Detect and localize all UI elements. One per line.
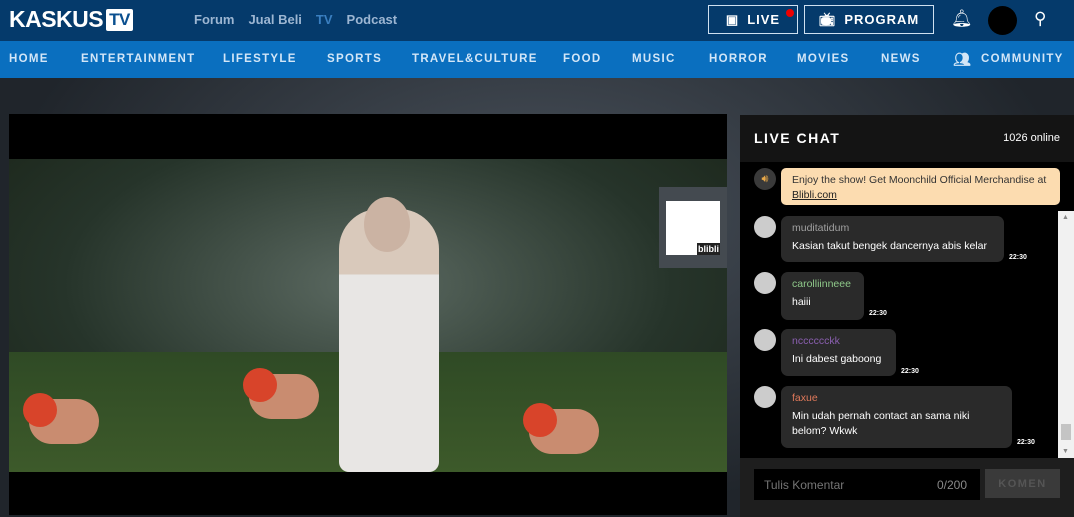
cat-entertainment[interactable]: ENTERTAINMENT (81, 53, 195, 65)
logo-tv-badge: TV (106, 8, 133, 31)
category-bar: HOME ENTERTAINMENT LIFESTYLE SPORTS TRAV… (0, 41, 1074, 78)
chat-header: LIVE CHAT 1026 online (740, 115, 1074, 162)
speaker-icon: 🔊︎ (754, 168, 776, 190)
message-time: 22:30 (1017, 439, 1035, 446)
tv-icon: 📺︎ (818, 11, 837, 27)
cat-community[interactable]: COMMUNITY (981, 53, 1064, 65)
cat-sports[interactable]: SPORTS (327, 53, 382, 65)
chat-title: LIVE CHAT (754, 130, 841, 146)
program-label: PROGRAM (844, 12, 920, 27)
message-bubble: muditatidum Kasian takut bengek dancernya… (781, 216, 1004, 262)
user-avatar[interactable] (754, 329, 776, 351)
video-dancer (523, 403, 599, 454)
nav-tv[interactable]: TV (316, 12, 333, 27)
kaskus-tv-logo[interactable]: KASKUS TV (9, 6, 133, 33)
message-time: 22:30 (1009, 254, 1027, 261)
cat-music[interactable]: MUSIC (632, 53, 676, 65)
message-bubble: carolliinneee haiii (781, 272, 864, 320)
cat-food[interactable]: FOOD (563, 53, 601, 65)
cat-news[interactable]: NEWS (881, 53, 921, 65)
user-avatar[interactable] (754, 272, 776, 294)
message-text: Kasian takut bengek dancernya abis kelar (792, 240, 987, 252)
chat-scrollbar[interactable]: ▲ ▼ (1058, 211, 1074, 458)
live-tv-icon: ▣ (725, 11, 740, 27)
message-time: 22:30 (869, 310, 887, 317)
char-count: 0/200 (937, 478, 968, 492)
message-time: 22:30 (901, 368, 919, 375)
merch-image: blibli (666, 200, 720, 255)
scrollbar-thumb[interactable] (1061, 424, 1071, 440)
merch-banner[interactable]: blibli (659, 187, 727, 268)
top-bar: KASKUS TV Forum Jual Beli TV Podcast ▣ LIV… (0, 0, 1074, 41)
live-chat-panel: LIVE CHAT 1026 online 🔊︎ Enjoy the show!… (740, 115, 1074, 517)
program-button[interactable]: 📺︎ PROGRAM (804, 5, 934, 34)
top-nav: Forum Jual Beli TV Podcast (194, 12, 397, 27)
message-user[interactable]: muditatidum (792, 222, 993, 234)
logo-text: KASKUS (9, 6, 104, 32)
video-dancer (23, 393, 99, 444)
user-avatar[interactable] (754, 386, 776, 408)
cat-home[interactable]: HOME (9, 53, 49, 65)
nav-podcast[interactable]: Podcast (347, 12, 398, 27)
message-bubble: faxue Min udah pernah contact an sama nik… (781, 386, 1012, 448)
nav-forum[interactable]: Forum (194, 12, 234, 27)
live-indicator-dot (786, 9, 794, 17)
message-text: Min udah pernah contact an sama niki bel… (792, 410, 970, 437)
cat-horror[interactable]: HORROR (709, 53, 768, 65)
announcement-link[interactable]: Blibli.com (792, 189, 837, 201)
video-dancer (243, 368, 319, 419)
video-frame[interactable] (9, 159, 727, 472)
message-text: haiii (792, 296, 811, 308)
cat-movies[interactable]: MOVIES (797, 53, 850, 65)
user-avatar[interactable] (754, 216, 776, 238)
scroll-down-arrow-icon[interactable]: ▼ (1062, 448, 1069, 455)
message-user[interactable]: ncccccckk (792, 335, 885, 347)
message-user[interactable]: faxue (792, 392, 1001, 404)
search-icon[interactable]: ⚲ (1034, 9, 1046, 29)
message-bubble: ncccccckk Ini dabest gaboong (781, 329, 896, 376)
nav-jual-beli[interactable]: Jual Beli (248, 12, 301, 27)
scroll-up-arrow-icon[interactable]: ▲ (1062, 214, 1069, 221)
cat-travel-culture[interactable]: TRAVEL&CULTURE (412, 53, 538, 65)
live-button[interactable]: ▣ LIVE (708, 5, 798, 34)
user-avatar[interactable] (988, 6, 1017, 35)
live-label: LIVE (747, 12, 781, 27)
cat-lifestyle[interactable]: LIFESTYLE (223, 53, 297, 65)
video-singer-head (364, 197, 410, 252)
bell-icon[interactable]: 🔔︎ (951, 9, 973, 29)
announcement: Enjoy the show! Get Moonchild Official M… (781, 168, 1060, 205)
announcement-text: Enjoy the show! Get Moonchild Official M… (792, 174, 1047, 186)
community-icon: 👥︎ (953, 51, 973, 67)
banner-brand: blibli (697, 242, 720, 255)
message-text: Ini dabest gaboong (792, 353, 882, 365)
message-user[interactable]: carolliinneee (792, 278, 853, 290)
online-count: 1026 online (1003, 132, 1060, 144)
chat-input-bar: 0/200 KOMEN (740, 458, 1074, 517)
video-player[interactable]: blibli (9, 114, 727, 515)
komen-button[interactable]: KOMEN (985, 469, 1060, 498)
